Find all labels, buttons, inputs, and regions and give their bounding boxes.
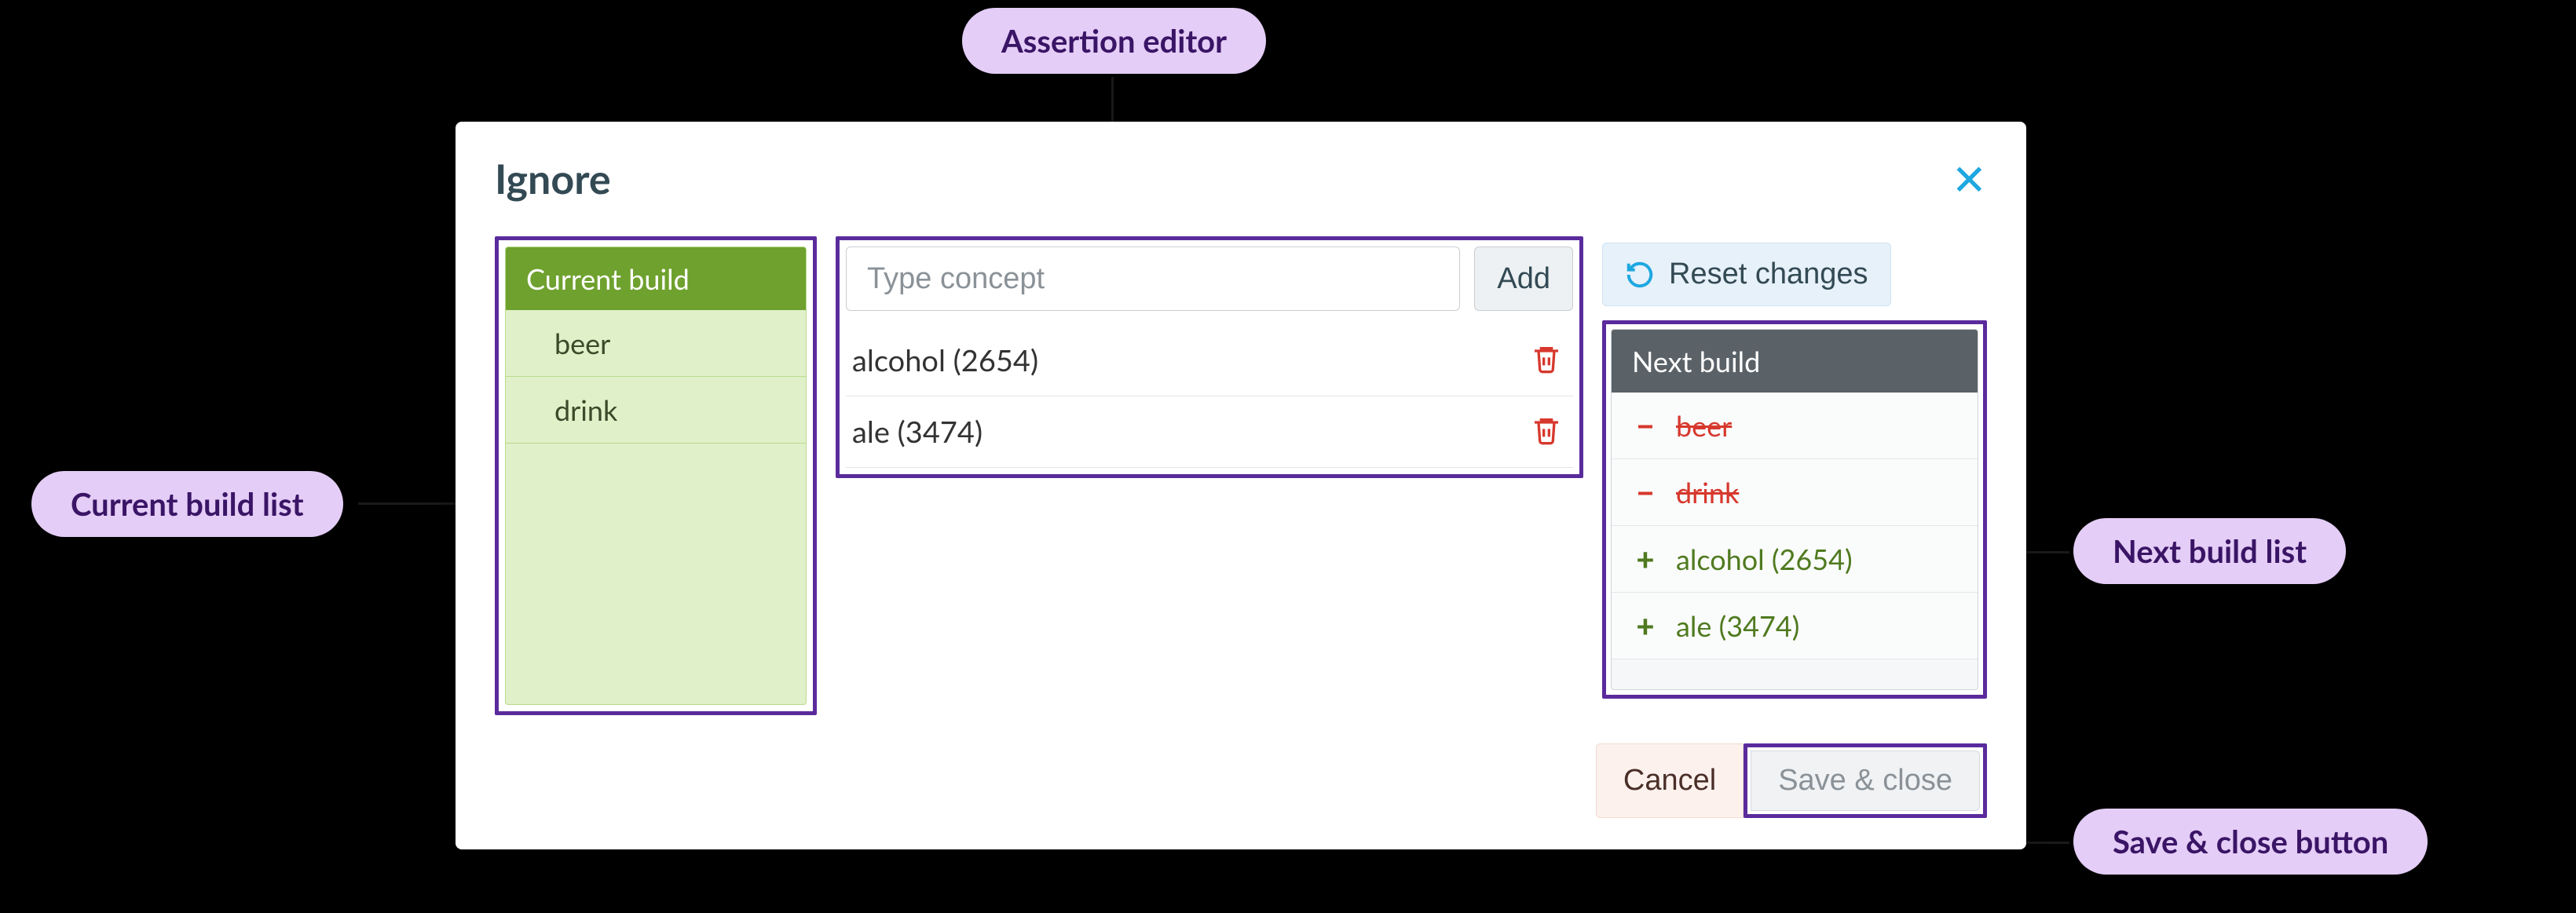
next-build-item-added: + ale (3474) [1612,593,1978,659]
next-build-item-label: drink [1676,475,1739,509]
editor-row: alcohol (2654) [846,325,1573,396]
save-close-button[interactable]: Save & close [1751,750,1980,811]
cancel-button[interactable]: Cancel [1596,743,1744,818]
next-build-item-added: + alcohol (2654) [1612,526,1978,593]
annotation-current-build-list: Current build list [31,471,343,537]
minus-icon: − [1630,407,1660,444]
assertion-editor-frame: Add alcohol (2654) ale (3474) [836,236,1583,478]
editor-row: ale (3474) [846,396,1573,468]
reset-changes-button[interactable]: Reset changes [1602,243,1891,306]
current-build-item: beer [506,310,806,377]
right-column: Reset changes Next build − beer − drink … [1602,236,1987,699]
current-build-item: drink [506,377,806,444]
annotation-assertion-editor: Assertion editor [962,8,1266,74]
editor-top: Add [846,247,1573,311]
trash-icon[interactable] [1531,343,1562,378]
next-build-item-removed: − beer [1612,393,1978,459]
next-build-item-label: ale (3474) [1676,608,1799,643]
modal-footer: Cancel Save & close [495,743,1987,818]
trash-icon[interactable] [1531,415,1562,449]
annotation-next-build-list: Next build list [2073,518,2346,584]
current-build-panel-frame: Current build beer drink [495,236,817,715]
add-button[interactable]: Add [1474,247,1573,311]
modal-columns: Current build beer drink Add alcohol (26… [495,236,1987,715]
next-build-item-label: alcohol (2654) [1676,542,1853,576]
modal-title: Ignore [495,155,611,203]
reset-label: Reset changes [1669,257,1868,291]
close-icon[interactable]: ✕ [1952,158,1987,200]
minus-icon: − [1630,473,1660,511]
plus-icon: + [1630,540,1660,578]
editor-list: alcohol (2654) ale (3474) [846,325,1573,468]
annotation-save-close-button: Save & close button [2073,809,2428,875]
next-build-item-removed: − drink [1612,459,1978,526]
modal-header: Ignore ✕ [495,155,1987,203]
next-build-header: Next build [1612,330,1978,393]
ignore-modal: Ignore ✕ Current build beer drink Add al… [456,122,2026,849]
save-close-frame: Save & close [1744,743,1987,818]
undo-icon [1625,260,1655,290]
concept-input[interactable] [846,247,1460,311]
editor-row-label: alcohol (2654) [852,342,1038,378]
current-build-header: Current build [506,247,806,310]
next-build-panel-frame: Next build − beer − drink + alcohol (265… [1602,320,1987,699]
plus-icon: + [1630,607,1660,645]
next-build-item-label: beer [1676,408,1732,443]
editor-row-label: ale (3474) [852,414,982,450]
next-build-panel: Next build − beer − drink + alcohol (265… [1611,329,1978,690]
current-build-panel: Current build beer drink [505,247,807,705]
